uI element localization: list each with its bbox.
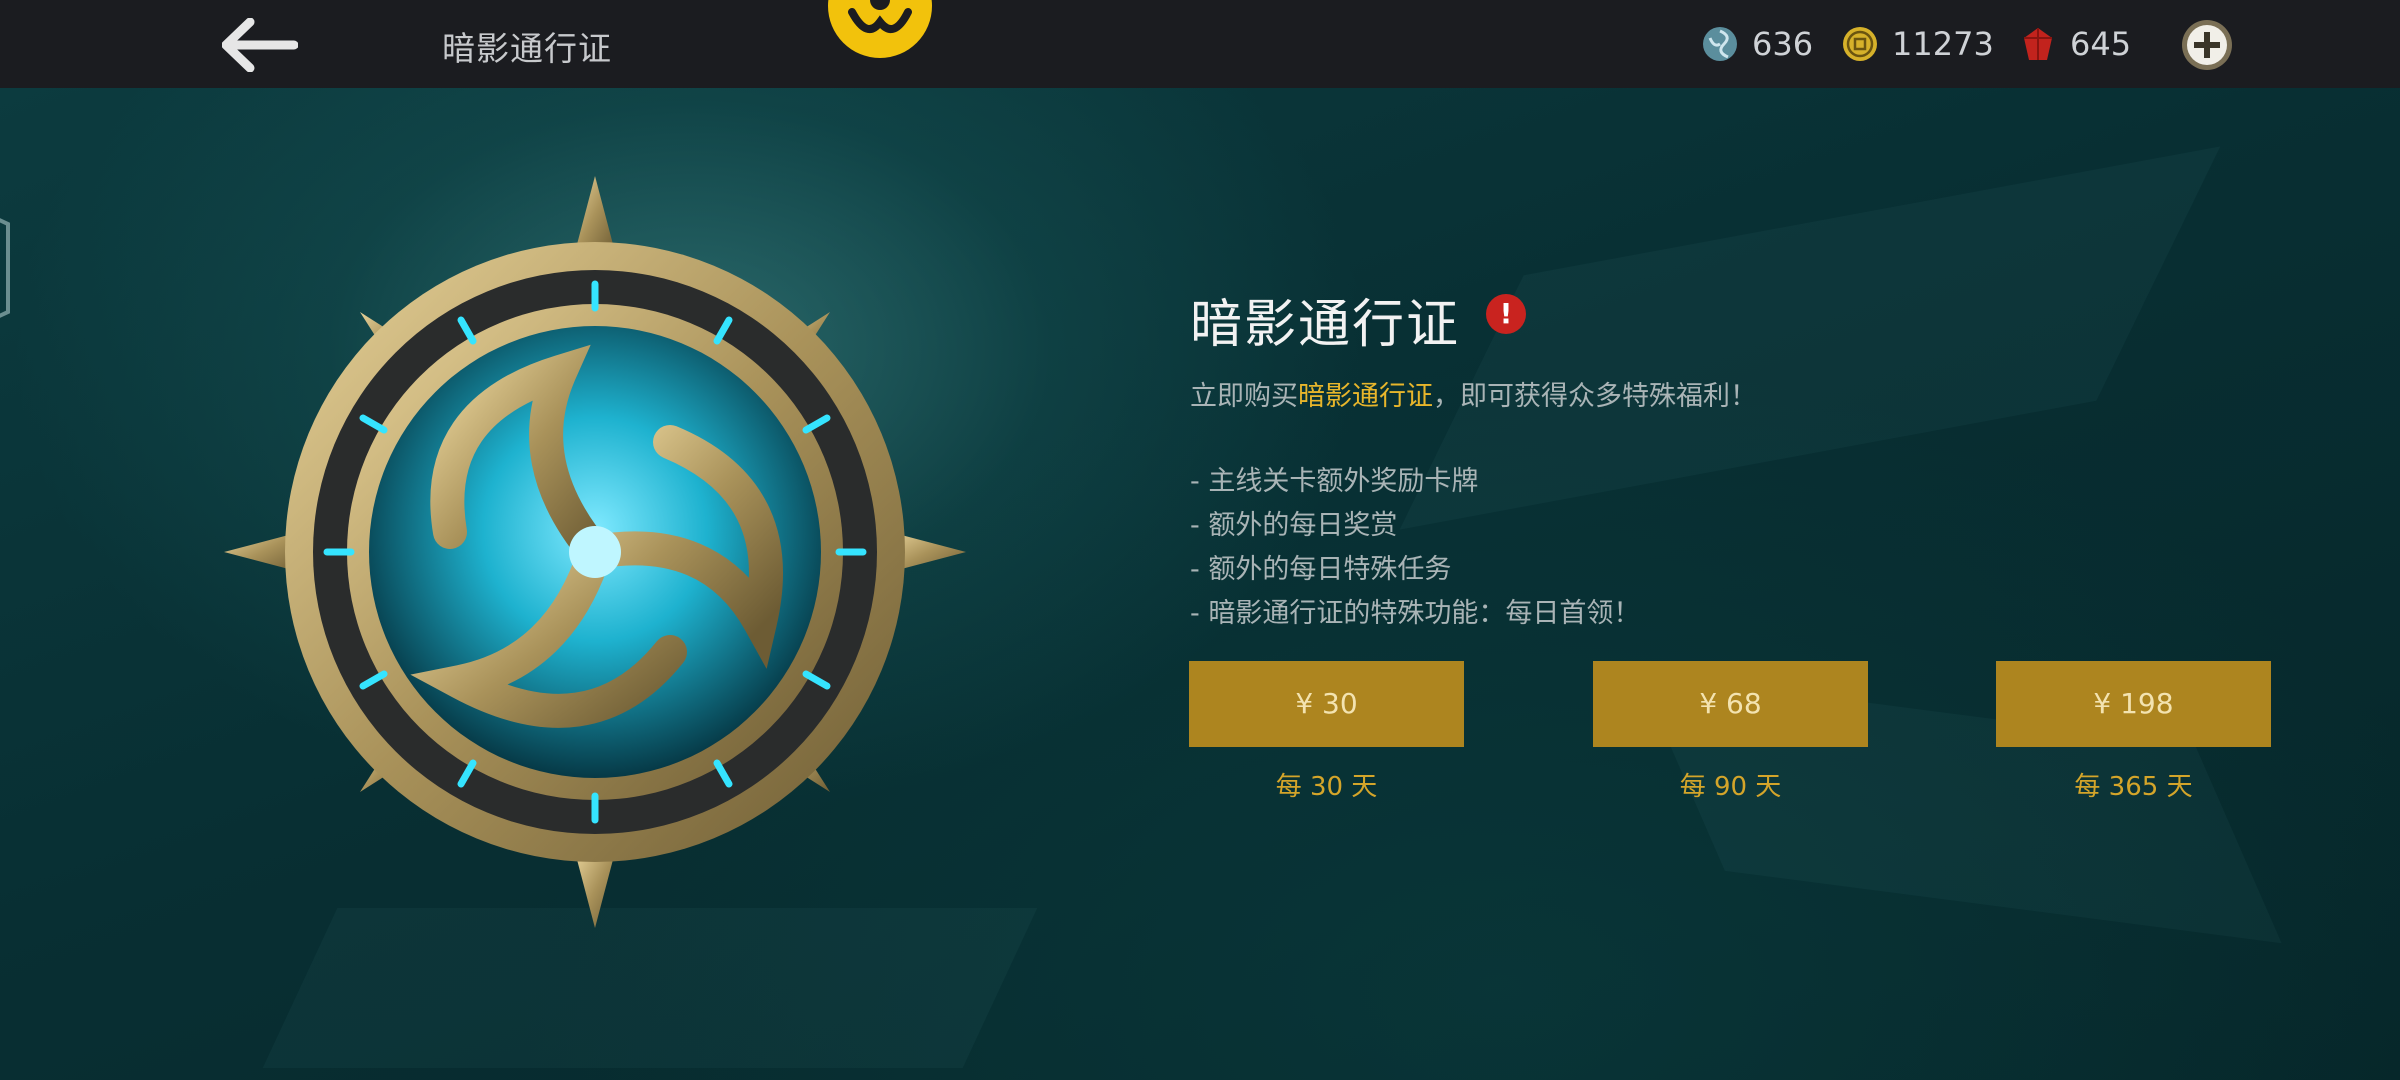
add-currency-button[interactable] bbox=[2180, 18, 2234, 72]
side-drawer-tab[interactable] bbox=[0, 212, 16, 324]
red-gem-count: 645 bbox=[2070, 25, 2132, 63]
benefit-item: - 额外的每日特殊任务 bbox=[1190, 554, 1452, 585]
plus-circle-icon bbox=[2182, 20, 2232, 70]
benefit-item: - 额外的每日奖赏 bbox=[1190, 510, 1398, 541]
currency-gold: 11273 bbox=[1842, 22, 1994, 66]
intro-prefix: 立即购买 bbox=[1190, 381, 1298, 412]
period-label-365: 每 365 天 bbox=[2074, 772, 2193, 802]
pass-intro: 立即购买暗影通行证，即可获得众多特殊福利！ bbox=[1190, 374, 1757, 413]
top-bar: 暗影通行证 636 11273 645 bbox=[0, 0, 2400, 88]
exclamation-icon[interactable]: ! bbox=[1486, 294, 1526, 334]
back-button[interactable] bbox=[221, 17, 299, 73]
intro-suffix: ，即可获得众多特殊福利！ bbox=[1433, 381, 1757, 412]
swirl-token-count: 636 bbox=[1752, 25, 1814, 63]
benefit-item: - 暗影通行证的特殊功能：每日首领！ bbox=[1190, 598, 1641, 629]
shadow-pass-badge bbox=[224, 176, 966, 928]
period-label-90: 每 90 天 bbox=[1679, 772, 1782, 802]
buy-90-day-button[interactable]: ¥ 68 bbox=[1593, 661, 1868, 747]
currency-gem: 645 bbox=[2020, 22, 2131, 66]
gold-coin-icon bbox=[1843, 27, 1877, 61]
intro-highlight: 暗影通行证 bbox=[1298, 381, 1433, 412]
benefit-item: - 主线关卡额外奖励卡牌 bbox=[1190, 466, 1479, 497]
pass-title: 暗影通行证 bbox=[1190, 295, 1461, 355]
buy-365-day-button[interactable]: ¥ 198 bbox=[1996, 661, 2271, 747]
red-gem-icon bbox=[2024, 28, 2052, 60]
back-arrow-icon bbox=[221, 17, 299, 73]
swirl-token-icon bbox=[1703, 27, 1737, 61]
period-label-30: 每 30 天 bbox=[1275, 772, 1378, 802]
gold-coin-count: 11273 bbox=[1892, 25, 1994, 63]
page-title: 暗影通行证 bbox=[442, 29, 612, 68]
buy-30-day-button[interactable]: ¥ 30 bbox=[1189, 661, 1464, 747]
triskelion-emblem-icon bbox=[828, 0, 932, 58]
currency-swirl: 636 bbox=[1702, 22, 1813, 66]
benefit-list: - 主线关卡额外奖励卡牌 - 额外的每日奖赏 - 额外的每日特殊任务 - 暗影通… bbox=[1190, 460, 1640, 636]
shadow-pass-screen: 暗影通行证 636 11273 645 暗影通行证 ! 立即购买暗影通行证，即可… bbox=[0, 0, 2400, 1080]
